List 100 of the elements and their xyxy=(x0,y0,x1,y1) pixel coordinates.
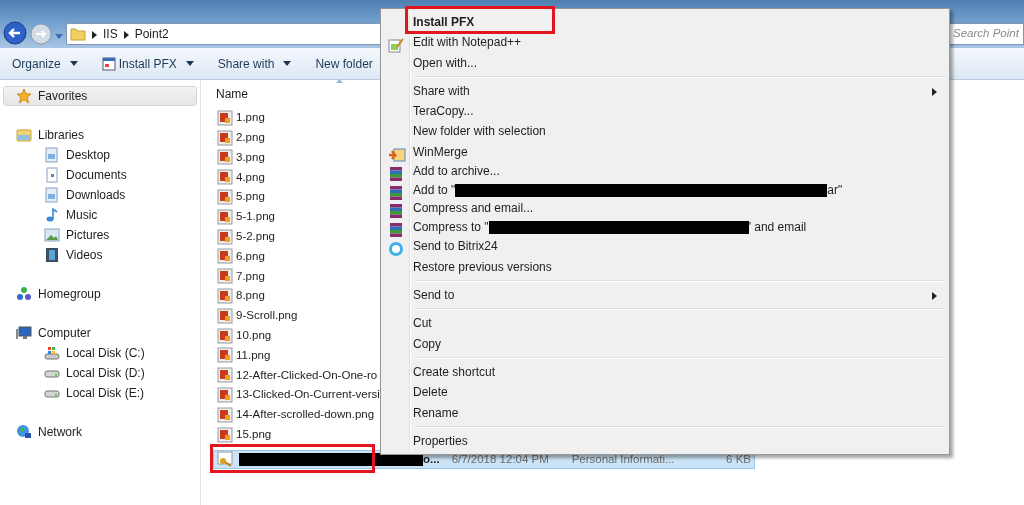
file-row[interactable]: 5.png xyxy=(213,187,266,207)
toolbar-button[interactable]: New folder xyxy=(309,51,379,76)
file-row[interactable]: 14-After-scrolled-down.png xyxy=(213,404,376,425)
breadcrumb[interactable]: IIS xyxy=(103,25,118,43)
navigation-item[interactable]: Homegroup xyxy=(3,284,197,304)
menu-item[interactable]: Open with... xyxy=(383,52,947,73)
file-row[interactable]: 8.png xyxy=(213,286,266,306)
toolbar-button[interactable]: Share with xyxy=(211,51,298,76)
file-row[interactable]: 9-Scroll.png xyxy=(213,305,299,326)
image-file-icon xyxy=(217,347,233,364)
navigation-item[interactable]: Pictures xyxy=(3,225,197,245)
image-file-icon xyxy=(217,367,233,384)
menu-item[interactable]: Send to Bitrix24 xyxy=(383,236,947,257)
navigation-label: Local Disk (E:) xyxy=(66,385,145,402)
navigation-item[interactable]: Documents xyxy=(3,165,197,185)
menu-item[interactable]: Properties xyxy=(383,430,947,452)
file-name: 4.png xyxy=(236,169,265,185)
file-name: 1.png xyxy=(236,110,265,126)
menu-item[interactable]: Create shortcut xyxy=(383,361,947,383)
file-name: 13-Clicked-On-Current-versi xyxy=(236,387,380,403)
image-file-icon xyxy=(217,208,233,225)
caret-icon xyxy=(69,61,78,66)
file-row[interactable]: 5-1.png xyxy=(213,207,276,227)
navigation-item[interactable]: Music xyxy=(3,205,197,225)
image-file-icon xyxy=(217,149,233,166)
file-row[interactable]: 10.png xyxy=(213,325,273,346)
file-row[interactable]: 1.png xyxy=(213,108,266,128)
search-field[interactable]: Search Point xyxy=(950,23,1024,45)
file-name: 14-After-scrolled-down.png xyxy=(236,407,375,423)
navigation-item[interactable]: Desktop xyxy=(3,145,197,165)
picture-icon xyxy=(44,227,60,243)
navigation-item[interactable]: Computer xyxy=(3,323,197,343)
document-icon xyxy=(44,167,60,183)
menu-item[interactable]: Delete xyxy=(383,382,947,403)
notepad-icon xyxy=(388,37,404,54)
navigation-item[interactable]: Downloads xyxy=(3,185,197,205)
file-row[interactable]: 15.png xyxy=(213,424,273,445)
file-row[interactable]: 12-After-Clicked-On-One-ro xyxy=(213,365,379,386)
file-row[interactable]: 11.png xyxy=(213,345,272,366)
file-name: 15.png xyxy=(236,427,272,442)
image-file-icon xyxy=(217,248,233,265)
file-row[interactable]: 5-2.png xyxy=(213,226,276,247)
menu-item[interactable]: Add to archive... xyxy=(383,162,947,181)
column-header[interactable]: Name xyxy=(216,85,343,103)
navigation-item[interactable]: Local Disk (E:) xyxy=(3,383,197,403)
homegroup-icon xyxy=(16,286,32,302)
toolbar-button[interactable]: Install PFX xyxy=(95,51,200,76)
menu-item[interactable]: Rename xyxy=(383,402,947,423)
folder-icon xyxy=(16,127,32,143)
menu-item[interactable]: Add to " ar" xyxy=(383,180,947,200)
navigation-item[interactable]: Network xyxy=(3,422,197,442)
file-name: 9-Scroll.png xyxy=(236,308,298,324)
menu-item[interactable]: Send to xyxy=(383,285,947,306)
file-name: o... xyxy=(423,451,440,467)
submenu-arrow-icon xyxy=(932,291,937,300)
toolbar-button[interactable]: Organize xyxy=(6,51,84,76)
file-row[interactable]: 4.png xyxy=(213,167,266,188)
image-file-icon xyxy=(217,228,233,245)
star-icon xyxy=(16,88,32,104)
navigation-label: Pictures xyxy=(66,227,110,244)
file-row[interactable]: 3.png xyxy=(213,147,266,168)
file-type: Personal Informati... xyxy=(571,451,676,467)
image-file-icon xyxy=(217,268,233,285)
menu-item[interactable]: TeraCopy... xyxy=(383,101,947,122)
menu-item[interactable]: New folder with selection xyxy=(383,121,947,142)
navigation-item[interactable]: Videos xyxy=(3,245,197,265)
image-file-icon xyxy=(217,426,233,443)
archive-icon xyxy=(388,221,404,238)
navigation-label: Homegroup xyxy=(38,286,101,303)
menu-item[interactable]: Edit with Notepad++ xyxy=(383,32,947,53)
breadcrumb[interactable]: Point2 xyxy=(134,25,169,43)
caret-icon xyxy=(55,33,63,40)
menu-item[interactable]: Copy xyxy=(383,333,947,354)
menu-item[interactable]: Compress to " ' and email xyxy=(383,217,947,237)
file-row[interactable]: 13-Clicked-On-Current-versi xyxy=(213,385,381,405)
film-icon xyxy=(44,247,60,263)
file-row[interactable]: 2.png xyxy=(213,127,266,148)
sort-arrow-icon xyxy=(336,79,343,83)
menu-item[interactable]: WinMerge xyxy=(383,141,947,163)
menu-item[interactable]: Compress and email... xyxy=(383,199,947,218)
navigation-item[interactable]: Local Disk (D:) xyxy=(3,363,197,383)
navigation-label: Computer xyxy=(38,325,91,342)
file-row[interactable]: 6.png xyxy=(213,246,266,267)
file-name: 5-2.png xyxy=(236,229,275,245)
file-name: 5-1.png xyxy=(236,209,275,225)
back-button[interactable] xyxy=(3,21,27,45)
file-row[interactable]: 7.png xyxy=(213,266,266,287)
caret-icon xyxy=(283,61,292,66)
file-name: 12-After-Clicked-On-One-ro xyxy=(236,367,378,383)
desktop-icon xyxy=(44,147,60,163)
menu-item[interactable]: Restore previous versions xyxy=(383,256,947,278)
menu-item[interactable]: Share with xyxy=(383,80,947,102)
navigation-label: Music xyxy=(66,207,98,224)
archive-icon xyxy=(388,165,404,182)
menu-item[interactable]: Install PFX xyxy=(383,12,947,33)
desktop-icon xyxy=(44,187,60,203)
navigation-item[interactable]: Local Disk (C:) xyxy=(3,343,197,363)
navigation-item[interactable]: Libraries xyxy=(3,125,197,145)
menu-item[interactable]: Cut xyxy=(383,313,947,334)
navigation-item[interactable]: Favorites xyxy=(3,86,197,106)
